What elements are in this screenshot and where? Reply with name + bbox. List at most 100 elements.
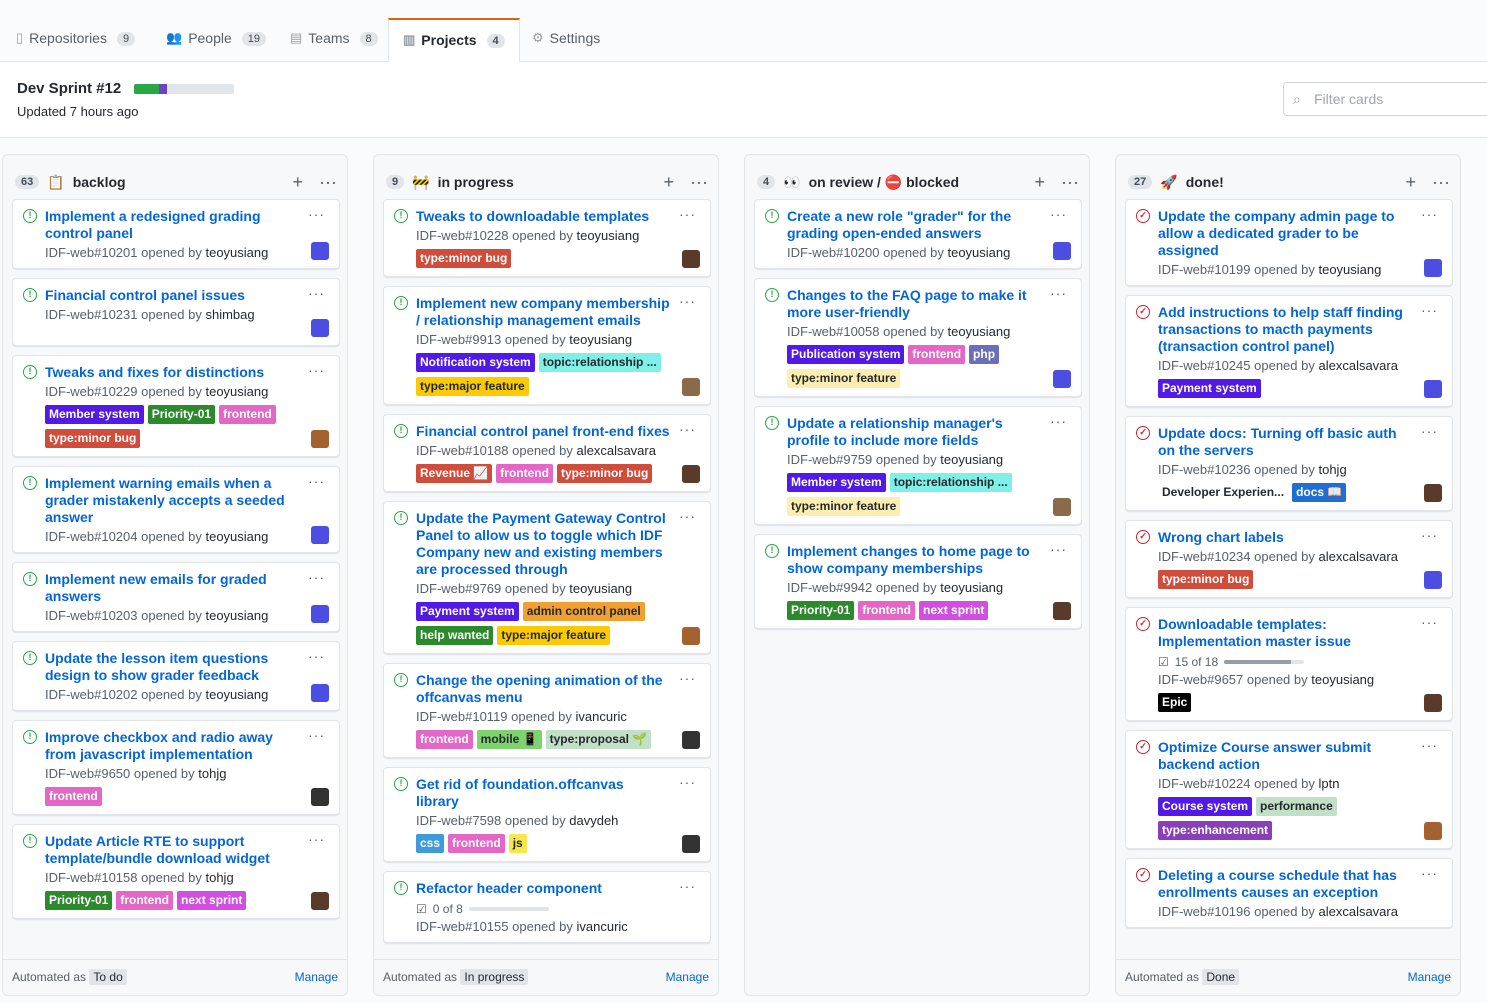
issue-author[interactable]: tohjg [205,870,233,885]
issue-title-link[interactable]: Update docs: Turning off basic auth on t… [1158,425,1412,459]
issue-card[interactable]: ! Update the lesson item questions design… [12,641,340,711]
issue-card[interactable]: ! Create a new role "grader" for the grad… [754,199,1082,269]
card-menu-button[interactable]: ··· [1050,206,1067,222]
issue-card[interactable]: ✓ Update docs: Turning off basic auth on … [1125,416,1453,511]
issue-card[interactable]: ✓ Optimize Course answer submit backend a… [1125,730,1453,849]
card-menu-button[interactable]: ··· [308,206,325,222]
issue-label[interactable]: frontend [416,730,473,749]
card-menu-button[interactable]: ··· [679,293,696,309]
issue-label[interactable]: Priority-01 [147,405,216,424]
avatar[interactable] [311,684,329,702]
issue-title-link[interactable]: Downloadable templates: Implementation m… [1158,616,1412,650]
issue-title-link[interactable]: Tweaks and fixes for distinctions [45,364,299,381]
issue-card[interactable]: ! Tweaks to downloadable templates IDF-web… [383,199,711,277]
issue-card[interactable]: ! Update the Payment Gateway Control Pane… [383,501,711,654]
issue-author[interactable]: davydeh [569,813,618,828]
issue-title-link[interactable]: Implement changes to home page to show c… [787,543,1041,577]
issue-title-link[interactable]: Update Article RTE to support template/b… [45,833,299,867]
issue-author[interactable]: teoyusiang [569,581,632,596]
card-menu-button[interactable]: ··· [308,727,325,743]
card-menu-button[interactable]: ··· [679,206,696,222]
card-menu-button[interactable]: ··· [1421,302,1438,318]
issue-card[interactable]: ! Implement a redesigned grading control … [12,199,340,269]
issue-label[interactable]: Payment system [416,602,519,621]
issue-card[interactable]: ! Implement new company membership / rela… [383,286,711,405]
issue-title-link[interactable]: Implement a redesigned grading control p… [45,208,299,242]
issue-author[interactable]: ivancuric [576,919,627,934]
card-menu-button[interactable]: ··· [308,473,325,489]
issue-card[interactable]: ! Update a relationship manager's profile… [754,406,1082,525]
card-menu-button[interactable]: ··· [679,878,696,894]
avatar[interactable] [311,605,329,623]
issue-author[interactable]: teoyusiang [576,228,639,243]
issue-title-link[interactable]: Create a new role "grader" for the gradi… [787,208,1041,242]
issue-card[interactable]: ✓ Downloadable templates: Implementation … [1125,607,1453,721]
issue-title-link[interactable]: Get rid of foundation.offcanvas library [416,776,670,810]
issue-author[interactable]: teoyusiang [205,529,268,544]
avatar[interactable] [1424,822,1442,840]
issue-label[interactable]: type:minor bug [45,429,141,448]
issue-label[interactable]: js [508,834,527,853]
issue-label[interactable]: Epic [1158,693,1192,712]
card-menu-button[interactable]: ··· [1050,285,1067,301]
issue-label[interactable]: Member system [45,405,144,424]
column-menu-button[interactable]: ··· [319,172,337,193]
manage-automation-link[interactable]: Manage [295,970,338,995]
avatar[interactable] [1424,484,1442,502]
card-menu-button[interactable]: ··· [308,362,325,378]
issue-label[interactable]: Course system [1158,797,1253,816]
issue-label[interactable]: docs 📖 [1292,483,1347,502]
card-menu-button[interactable]: ··· [679,508,696,524]
avatar[interactable] [682,378,700,396]
issue-title-link[interactable]: Improve checkbox and radio away from jav… [45,729,299,763]
issue-label[interactable]: next sprint [919,601,989,620]
issue-label[interactable]: Priority-01 [787,601,855,620]
add-card-button[interactable]: + [664,172,675,193]
issue-title-link[interactable]: Changes to the FAQ page to make it more … [787,287,1041,321]
issue-label[interactable]: admin control panel [522,602,645,621]
issue-label[interactable]: Publication system [787,345,905,364]
issue-label[interactable]: frontend [858,601,916,620]
avatar[interactable] [682,627,700,645]
issue-label[interactable]: Developer Experien... [1158,483,1289,502]
issue-label[interactable]: topic:relationship ... [538,353,661,372]
issue-author[interactable]: teoyusiang [1311,672,1374,687]
issue-author[interactable]: alexcalsavara [1318,904,1398,919]
issue-label[interactable]: Member system [787,473,886,492]
issue-card[interactable]: ! Implement warning emails when a grader … [12,466,340,553]
avatar[interactable] [311,430,329,448]
issue-title-link[interactable]: Implement new emails for graded answers [45,571,299,605]
issue-title-link[interactable]: Update the Payment Gateway Control Panel… [416,510,670,578]
issue-card[interactable]: ! Tweaks and fixes for distinctions IDF-we… [12,355,340,457]
issue-author[interactable]: alexcalsavara [1318,358,1398,373]
card-menu-button[interactable]: ··· [1421,865,1438,881]
issue-card[interactable]: ✓ Update the company admin page to allow … [1125,199,1453,286]
issue-label[interactable]: Payment system [1158,379,1261,398]
add-card-button[interactable]: + [1035,172,1046,193]
card-menu-button[interactable]: ··· [679,421,696,437]
issue-author[interactable]: lptn [1318,776,1339,791]
avatar[interactable] [1053,498,1071,516]
issue-author[interactable]: teoyusiang [940,452,1003,467]
issue-author[interactable]: teoyusiang [205,245,268,260]
issue-card[interactable]: ✓ Add instructions to help staff finding … [1125,295,1453,407]
issue-label[interactable]: topic:relationship ... [889,473,1012,492]
tab-projects[interactable]: ▥ Projects 4 [388,18,520,63]
issue-title-link[interactable]: Deleting a course schedule that has enro… [1158,867,1412,901]
issue-author[interactable]: alexcalsavara [1318,549,1398,564]
issue-author[interactable]: teoyusiang [569,332,632,347]
card-menu-button[interactable]: ··· [1421,614,1438,630]
issue-title-link[interactable]: Refactor header component [416,880,670,897]
column-menu-button[interactable]: ··· [690,172,708,193]
issue-label[interactable]: frontend [448,834,505,853]
filter-cards-input[interactable]: ⌕ Filter cards [1283,82,1487,116]
issue-card[interactable]: ! Financial control panel front-end fixes… [383,414,711,492]
issue-card[interactable]: ! Improve checkbox and radio away from ja… [12,720,340,815]
issue-card[interactable]: ! Refactor header component ☑ 0 of 8 IDF-web… [383,871,711,943]
issue-label[interactable]: Revenue 📈 [416,464,493,483]
issue-label[interactable]: type:proposal 🌱 [545,730,652,749]
avatar[interactable] [682,250,700,268]
card-menu-button[interactable]: ··· [308,648,325,664]
avatar[interactable] [1424,694,1442,712]
issue-label[interactable]: performance [1256,797,1337,816]
